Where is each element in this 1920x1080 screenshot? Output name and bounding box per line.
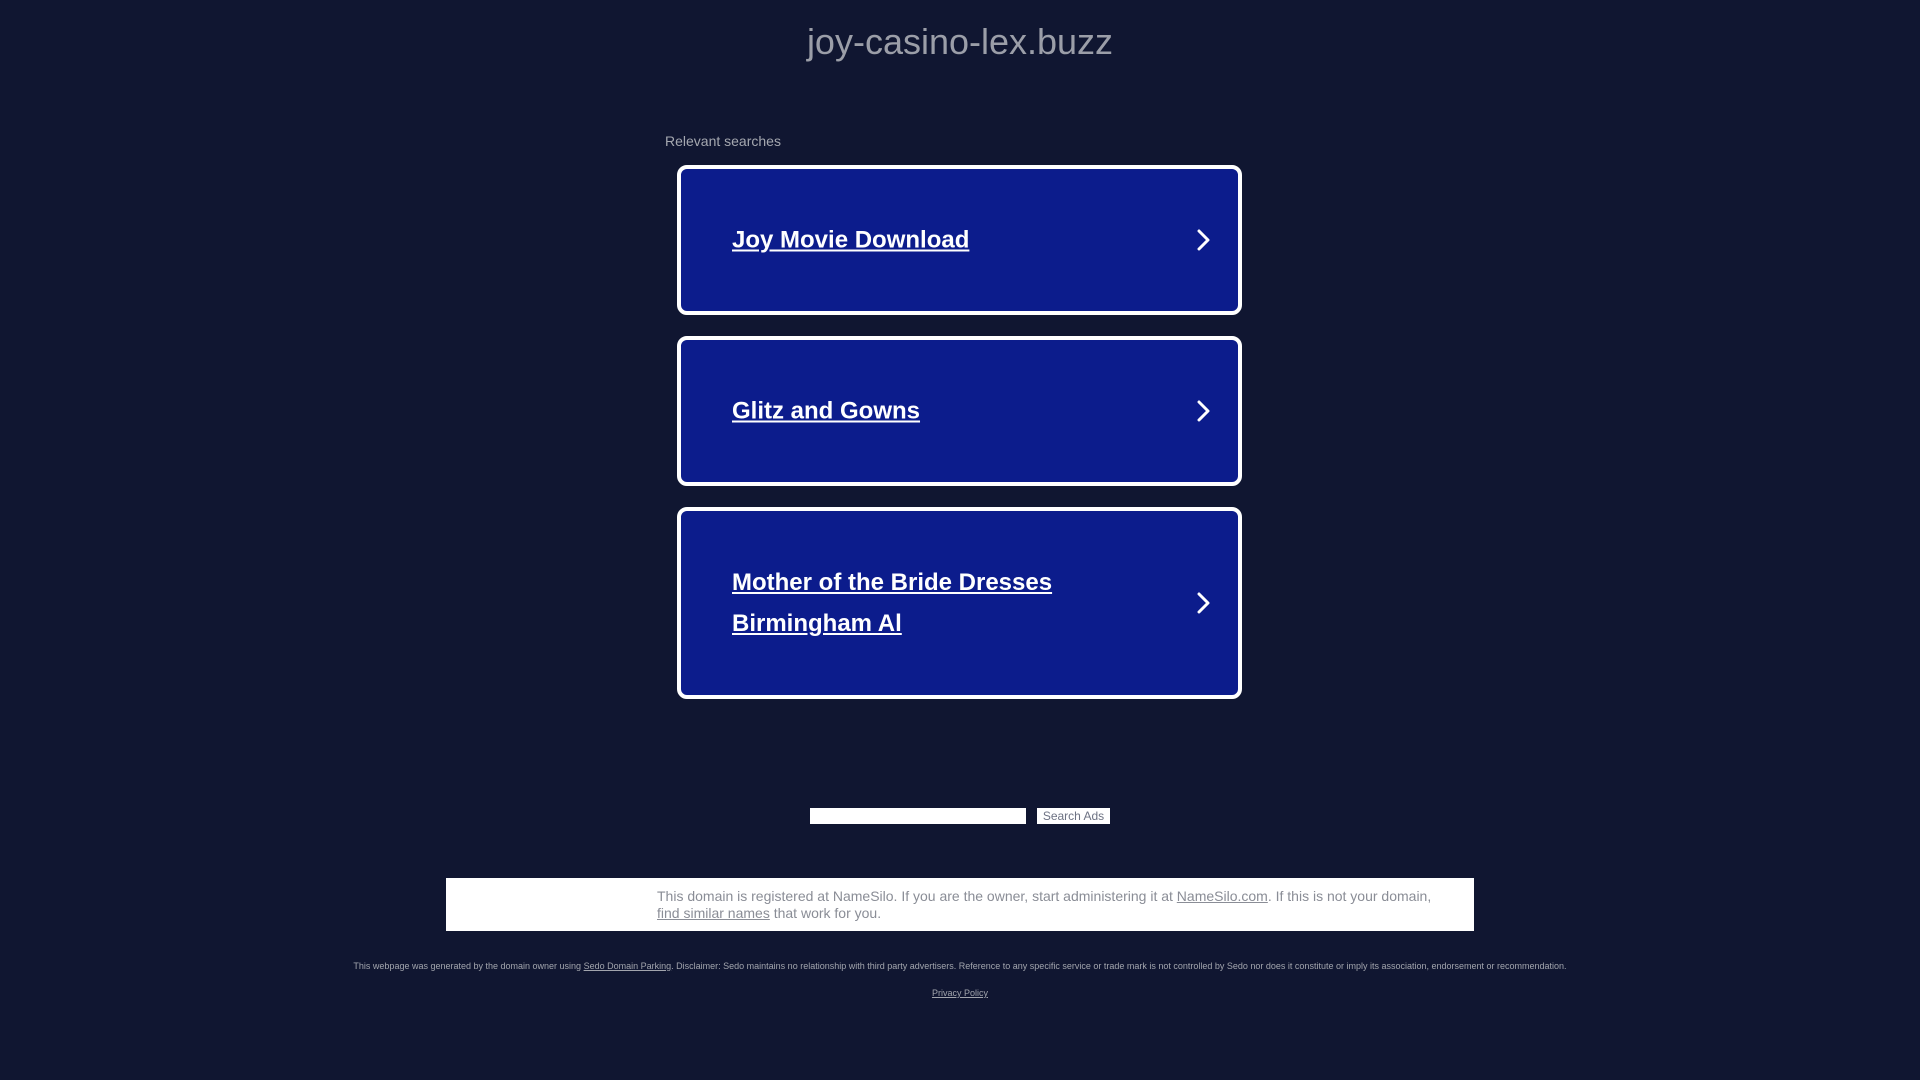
notice-text-part: that work for you. [769, 905, 882, 921]
namesilo-link[interactable]: NameSilo.com [1177, 888, 1268, 904]
notice-text-part: This domain is registered at NameSilo. I… [657, 888, 1177, 904]
search-result-link[interactable]: Joy Movie Download [732, 220, 1152, 261]
search-input[interactable] [809, 808, 1026, 824]
page-title: joy-casino-lex.buzz [806, 21, 1114, 62]
chevron-right-icon [1197, 400, 1210, 422]
privacy-row: Privacy Policy [0, 988, 1920, 998]
search-ads-button[interactable]: Search Ads [1036, 808, 1111, 824]
relevant-searches-label: Relevant searches [665, 133, 781, 149]
search-result-glitz-and-gowns[interactable]: Glitz and Gowns [677, 336, 1242, 486]
notice-text-part: . If this is not your domain, [1267, 888, 1432, 904]
search-result-link[interactable]: Glitz and Gowns [732, 391, 1152, 432]
domain-notice-text: This domain is registered at NameSilo. I… [657, 888, 1457, 922]
search-result-mother-of-the-bride[interactable]: Mother of the Bride Dresses Birmingham A… [677, 507, 1242, 699]
parking-page: joy-casino-lex.buzz Relevant searches Jo… [0, 0, 1920, 1080]
search-result-link[interactable]: Mother of the Bride Dresses Birmingham A… [732, 562, 1152, 644]
disclaimer-text: This webpage was generated by the domain… [0, 961, 1920, 971]
chevron-right-icon [1197, 229, 1210, 251]
sedo-domain-parking-link[interactable]: Sedo Domain Parking [584, 961, 672, 971]
domain-notice-box: This domain is registered at NameSilo. I… [446, 878, 1474, 931]
search-result-joy-movie-download[interactable]: Joy Movie Download [677, 165, 1242, 315]
disclaimer-part: This webpage was generated by the domain… [353, 961, 584, 971]
disclaimer-part: . Disclaimer: Sedo maintains no relation… [671, 961, 1567, 971]
chevron-right-icon [1197, 592, 1210, 614]
privacy-policy-link[interactable]: Privacy Policy [932, 988, 988, 998]
search-ads-form: Search Ads [0, 808, 1920, 824]
find-similar-names-link[interactable]: find similar names [657, 905, 770, 921]
